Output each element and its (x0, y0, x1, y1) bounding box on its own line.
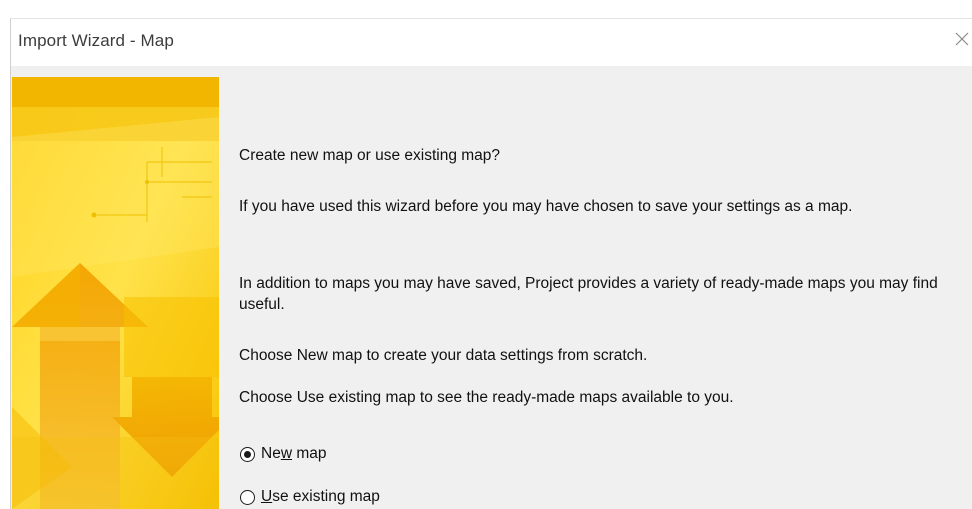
new-map-label[interactable]: New map (261, 445, 327, 463)
use-existing-map-radio[interactable] (240, 489, 255, 505)
import-wizard-dialog: Import Wizard - Map Create new map or us… (0, 0, 972, 509)
saved-map-paragraph: If you have used this wizard before you … (239, 198, 853, 215)
close-button[interactable] (950, 25, 972, 51)
wizard-banner-image (12, 77, 219, 509)
ready-made-paragraph: In addition to maps you may have saved, … (239, 275, 938, 313)
window-title: Import Wizard - Map (18, 31, 174, 50)
new-map-hint: Choose New map to create your data setti… (239, 347, 648, 364)
new-map-option[interactable]: New map (240, 443, 327, 465)
close-icon (955, 32, 969, 46)
new-map-radio[interactable] (240, 446, 255, 462)
question-heading: Create new map or use existing map? (239, 147, 501, 164)
use-existing-map-label[interactable]: Use existing map (261, 488, 380, 506)
use-existing-map-option[interactable]: Use existing map (240, 486, 380, 508)
existing-map-hint: Choose Use existing map to see the ready… (239, 389, 734, 406)
title-bar: Import Wizard - Map (10, 18, 972, 66)
